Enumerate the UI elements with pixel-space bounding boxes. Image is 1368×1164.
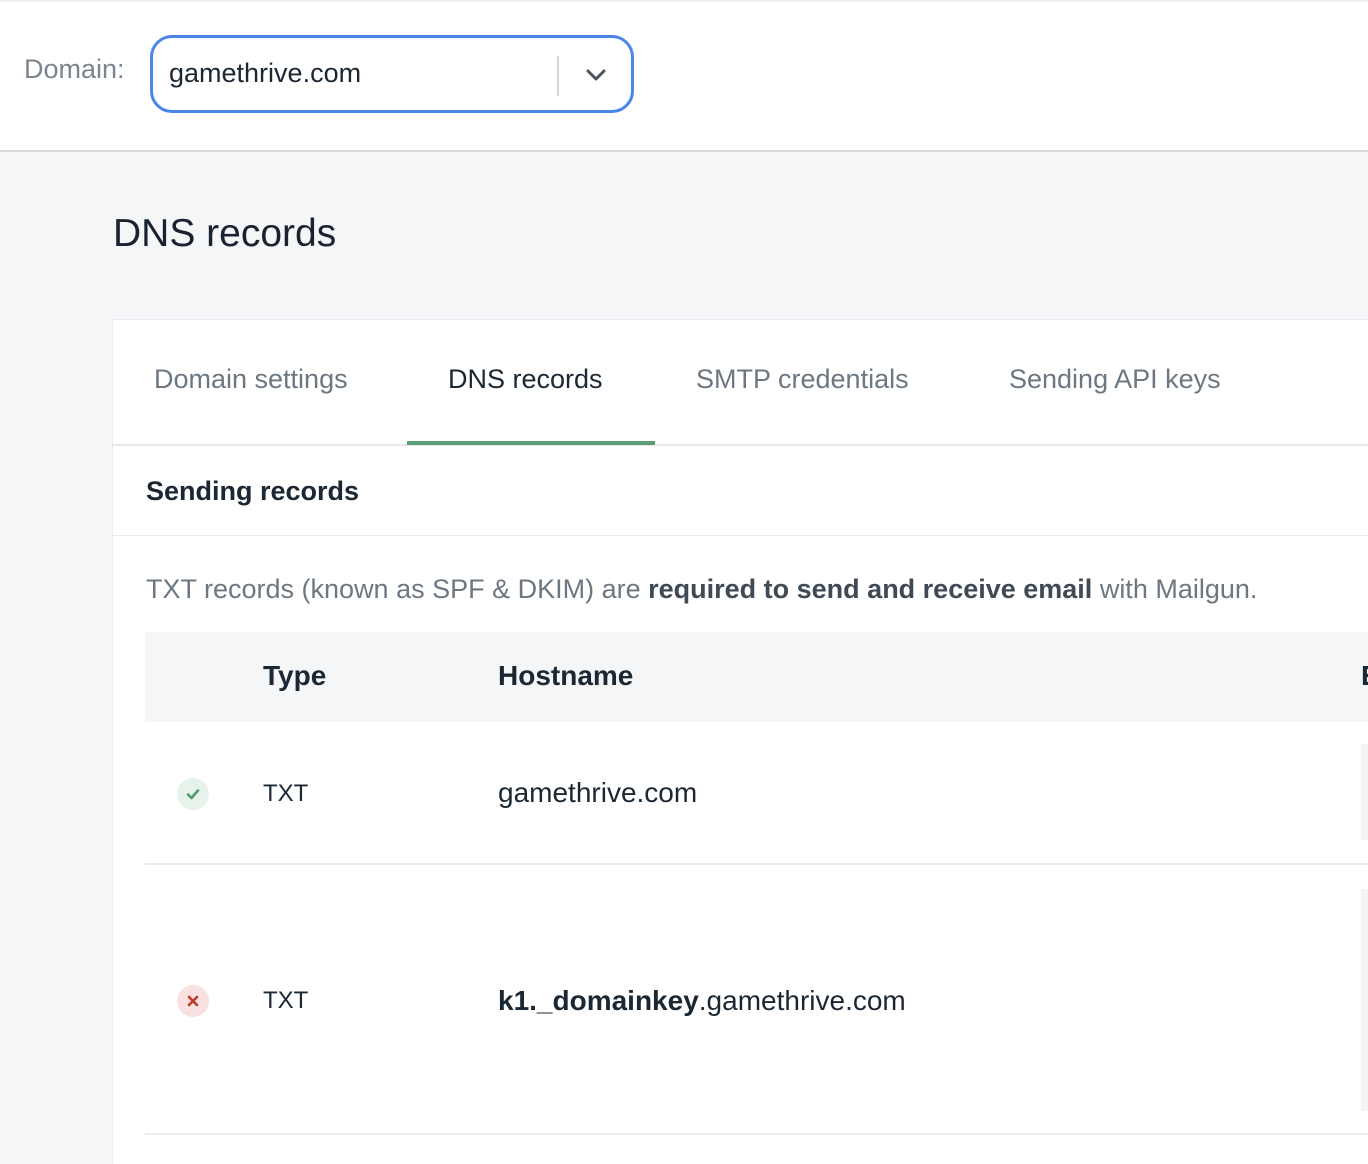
intro-suffix: with Mailgun. [1092,574,1258,604]
section-intro: TXT records (known as SPF & DKIM) are re… [146,574,1257,605]
chevron-down-icon[interactable] [585,64,607,86]
domain-label: Domain: [24,54,125,84]
check-icon [186,789,200,800]
tab-dns-records[interactable]: DNS records [448,364,603,395]
section-title: Sending records [146,476,360,506]
domain-select-value: gamethrive.com [169,58,362,88]
section-header: Sending records [113,446,1368,536]
tab-smtp-credentials[interactable]: SMTP credentials [696,364,909,395]
intro-prefix: TXT records (known as SPF & DKIM) are [146,574,649,604]
domain-select[interactable]: gamethrive.com [150,35,634,113]
column-header-hostname: Hostname [498,660,634,691]
record-type: TXT [263,780,309,807]
record-type: TXT [263,987,309,1014]
record-hostname: gamethrive.com [498,777,697,809]
column-header-type: Type [263,660,327,691]
hostname-main: gamethrive.com [498,777,698,808]
tab-domain-settings[interactable]: Domain settings [154,364,348,395]
status-unverified [177,985,209,1017]
x-icon [187,995,199,1007]
tab-bar: Domain settings DNS records SMTP credent… [113,320,1368,446]
status-verified [177,778,209,810]
hostname-main: .gamethrive.com [698,985,906,1016]
table-header: Type Hostname E [145,632,1368,722]
top-bar: Domain: gamethrive.com [0,0,1368,152]
page-title: DNS records [113,212,337,255]
value-cell-edge [1361,744,1368,840]
table-row: TXT k1._domainkey.gamethrive.com [145,865,1368,1135]
record-hostname: k1._domainkey.gamethrive.com [498,985,906,1017]
tab-sending-api-keys[interactable]: Sending API keys [1009,364,1221,395]
table-row: TXT gamethrive.com [145,722,1368,865]
dns-card: Domain settings DNS records SMTP credent… [112,319,1368,1164]
intro-emphasis: required to send and receive email [648,574,1093,604]
value-cell-edge [1361,889,1368,1111]
select-divider [557,56,559,96]
column-header-clipped: E [1361,660,1368,692]
active-tab-indicator [407,441,655,445]
hostname-prefix: k1._domainkey [498,985,699,1016]
